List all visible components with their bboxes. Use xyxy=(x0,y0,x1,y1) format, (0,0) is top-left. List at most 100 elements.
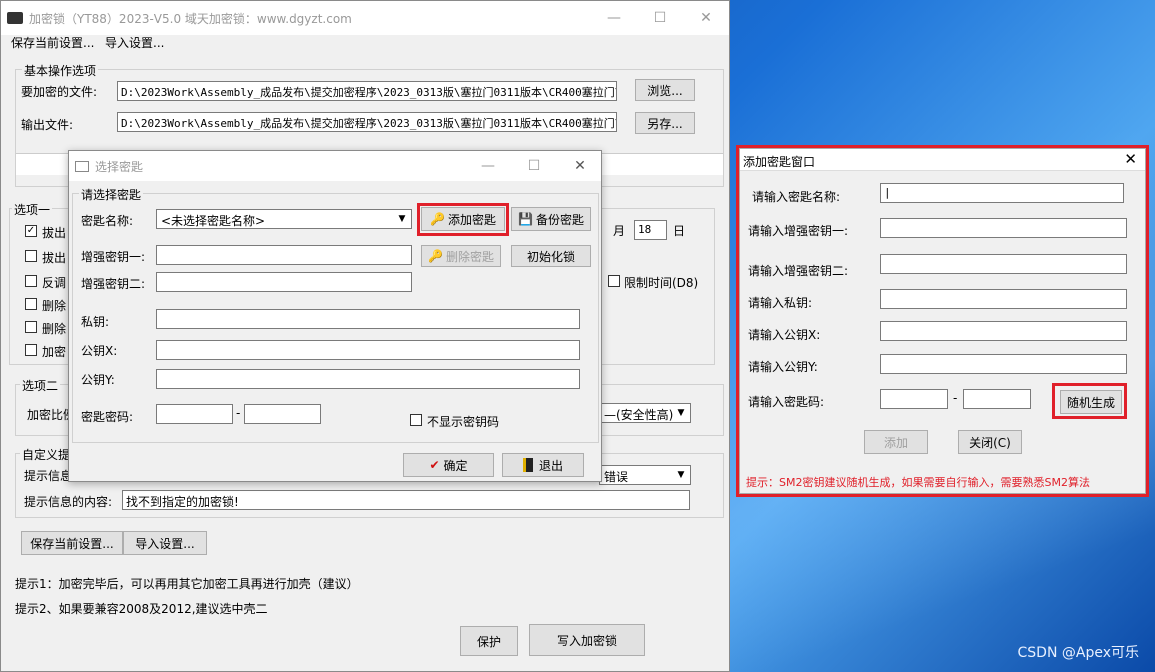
input-private-key-field[interactable] xyxy=(880,289,1127,309)
option-checkbox-1[interactable]: ✓ xyxy=(25,225,37,237)
exit-button[interactable]: 退出 xyxy=(502,453,584,477)
checkmark-icon: ✔ xyxy=(429,458,440,472)
option-label-2: 拔出 xyxy=(42,251,67,265)
security-select[interactable]: —(安全性高) ▼ xyxy=(599,403,691,423)
basic-options-title: 基本操作选项 xyxy=(22,62,99,79)
hide-password-checkbox[interactable] xyxy=(410,414,422,426)
close-icon[interactable]: ✕ xyxy=(1124,150,1137,168)
key-name-label: 密匙名称: xyxy=(81,214,134,228)
select-key-title: 选择密匙 xyxy=(95,159,144,174)
option-two-title: 选项二 xyxy=(20,377,61,394)
public-key-y-input[interactable] xyxy=(156,369,580,389)
input-public-x-field[interactable] xyxy=(880,321,1127,341)
input-key-name-field[interactable]: | xyxy=(880,183,1124,203)
hint-2: 提示2、如果要兼容2008及2012,建议选中壳二 xyxy=(15,602,268,616)
enhance-key-1-label: 增强密钥一: xyxy=(81,250,146,264)
window-icon xyxy=(75,160,89,172)
add-button[interactable]: 添加 xyxy=(864,430,928,454)
day-label: 日 xyxy=(673,224,686,238)
close-dialog-button[interactable]: 关闭(C) xyxy=(958,430,1022,454)
option-label-1: 拔出 xyxy=(42,226,67,240)
save-settings-button[interactable]: 保存当前设置... xyxy=(21,531,123,555)
month-label: 月 xyxy=(613,224,626,238)
limit-time-label: 限制时间(D8) xyxy=(624,276,699,290)
save-as-button[interactable]: 另存... xyxy=(635,112,695,134)
enhance-key-2-label: 增强密钥二: xyxy=(81,277,146,291)
backup-key-label: 备份密匙 xyxy=(535,212,584,227)
maximize-button[interactable]: ☐ xyxy=(511,151,557,181)
file-label: 要加密的文件: xyxy=(21,85,98,99)
option-label-6: 加密 xyxy=(42,345,67,359)
file-input[interactable]: D:\2023Work\Assembly_成品发布\提交加密程序\2023_03… xyxy=(117,81,617,101)
chevron-down-icon: ▼ xyxy=(398,214,406,224)
select-key-title-bar: 选择密匙 — ☐ ✕ xyxy=(69,151,601,181)
output-label: 输出文件: xyxy=(21,118,74,132)
key-name-select[interactable]: <未选择密匙名称> ▼ xyxy=(156,209,412,229)
init-lock-button[interactable]: 初始化锁 xyxy=(511,245,591,267)
enhance-key-2-input[interactable] xyxy=(156,272,412,292)
input-enhance-2-label: 请输入增强密钥二: xyxy=(748,264,849,278)
input-enhance-1-field[interactable] xyxy=(880,218,1127,238)
add-key-title-bar: 添加密匙窗口 ✕ xyxy=(740,149,1145,171)
input-key-name-label: 请输入密匙名称: xyxy=(752,190,841,204)
option-label-4: 删除 xyxy=(42,299,67,313)
security-select-value: —(安全性高) xyxy=(604,408,674,422)
input-key-code-field-1[interactable] xyxy=(880,389,948,409)
exit-door-icon xyxy=(522,458,533,472)
tip-content-label: 提示信息的内容: xyxy=(24,495,113,509)
input-public-y-label: 请输入公钥Y: xyxy=(748,360,818,374)
sm2-tip: 提示：SM2密钥建议随机生成，如果需要自行输入，需要熟悉SM2算法 xyxy=(746,476,1090,489)
tip-content-input[interactable]: 找不到指定的加密锁! xyxy=(122,490,690,510)
private-key-label: 私钥: xyxy=(81,315,110,329)
minimize-button[interactable]: — xyxy=(591,1,637,35)
key-password-label: 密匙密码: xyxy=(81,410,134,424)
delete-key-button[interactable]: 🔑 删除密匙 xyxy=(421,245,501,267)
public-key-y-label: 公钥Y: xyxy=(81,373,115,387)
close-button[interactable]: ✕ xyxy=(683,1,729,35)
day-input[interactable]: 18 xyxy=(634,220,667,240)
ok-label: 确定 xyxy=(443,458,468,473)
key-password-input-2[interactable] xyxy=(244,404,321,424)
browse-button[interactable]: 浏览... xyxy=(635,79,695,101)
option-checkbox-2[interactable] xyxy=(25,250,37,262)
protect-button[interactable]: 保护 xyxy=(460,626,518,656)
tip-info-label: 提示信息 xyxy=(24,469,73,483)
ok-button[interactable]: ✔ 确定 xyxy=(403,453,494,477)
exit-label: 退出 xyxy=(538,458,563,473)
option-label-3: 反调 xyxy=(42,276,67,290)
option-checkbox-6[interactable] xyxy=(25,344,37,356)
enhance-key-1-input[interactable] xyxy=(156,245,412,265)
minimize-button[interactable]: — xyxy=(465,151,511,181)
option-one-title: 选项一 xyxy=(12,201,53,218)
private-key-input[interactable] xyxy=(156,309,580,329)
add-key-title: 添加密匙窗口 xyxy=(743,155,816,169)
option-checkbox-5[interactable] xyxy=(25,321,37,333)
input-enhance-2-field[interactable] xyxy=(880,254,1127,274)
option-checkbox-3[interactable] xyxy=(25,275,37,287)
write-lock-button[interactable]: 写入加密锁 xyxy=(529,624,645,656)
delete-key-label: 删除密匙 xyxy=(445,249,494,264)
key-icon xyxy=(7,12,23,24)
key-password-input-1[interactable] xyxy=(156,404,233,424)
maximize-button[interactable]: ☐ xyxy=(637,1,683,35)
menu-save-settings[interactable]: 保存当前设置... xyxy=(11,34,94,51)
output-input[interactable]: D:\2023Work\Assembly_成品发布\提交加密程序\2023_03… xyxy=(117,112,617,132)
close-button[interactable]: ✕ xyxy=(557,151,603,181)
input-key-code-field-2[interactable] xyxy=(963,389,1031,409)
limit-time-checkbox[interactable] xyxy=(608,275,620,287)
add-key-dialog: 添加密匙窗口 ✕ 请输入密匙名称: | 请输入增强密钥一: 请输入增强密钥二: … xyxy=(739,148,1146,494)
input-key-code-label: 请输入密匙码: xyxy=(748,395,825,409)
public-key-x-input[interactable] xyxy=(156,340,580,360)
import-settings-button[interactable]: 导入设置... xyxy=(123,531,207,555)
select-key-dialog: 选择密匙 — ☐ ✕ 请选择密匙 密匙名称: <未选择密匙名称> ▼ 🔑 添加密… xyxy=(68,150,602,482)
input-enhance-1-label: 请输入增强密钥一: xyxy=(748,224,849,238)
menu-import-settings[interactable]: 导入设置... xyxy=(105,34,164,51)
watermark: CSDN @Apex可乐 xyxy=(1017,645,1139,661)
backup-key-button[interactable]: 💾 备份密匙 xyxy=(511,207,591,231)
input-public-y-field[interactable] xyxy=(880,354,1127,374)
tip-type-select[interactable]: 错误 ▼ xyxy=(599,465,691,485)
option-checkbox-4[interactable] xyxy=(25,298,37,310)
hide-password-label: 不显示密钥码 xyxy=(427,415,500,429)
input-private-key-label: 请输入私钥: xyxy=(748,296,813,310)
hint-1: 提示1：加密完毕后，可以再用其它加密工具再进行加壳（建议） xyxy=(15,577,359,591)
